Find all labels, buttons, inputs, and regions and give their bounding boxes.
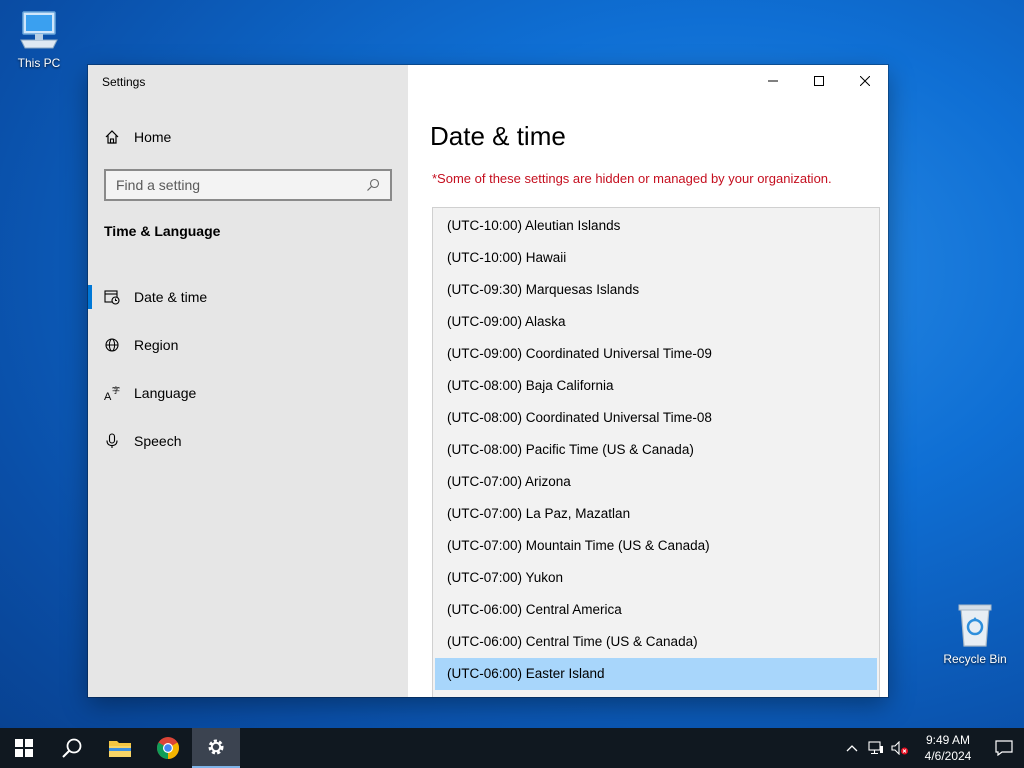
search-box[interactable] <box>104 169 392 201</box>
recycle-bin-label: Recycle Bin <box>943 652 1007 666</box>
sidebar-item-label: Speech <box>134 433 182 449</box>
globe-icon <box>104 337 120 353</box>
window-controls <box>750 65 888 97</box>
timezone-option[interactable]: (UTC-07:00) Yukon <box>435 562 877 594</box>
clock-time: 9:49 AM <box>925 733 971 747</box>
recycle-bin-desktop-icon[interactable]: Recycle Bin <box>940 602 1010 666</box>
gear-icon <box>208 739 224 755</box>
sidebar-item-label: Date & time <box>134 289 208 305</box>
minimize-button[interactable] <box>750 65 796 97</box>
timezone-option[interactable]: (UTC-08:00) Baja California <box>435 370 877 402</box>
timezone-option[interactable]: (UTC-07:00) Mountain Time (US & Canada) <box>435 530 877 562</box>
taskbar-clock[interactable]: 9:49 AM 4/6/2024 <box>916 732 980 764</box>
timezone-option[interactable]: (UTC-08:00) Pacific Time (US & Canada) <box>435 434 877 466</box>
recycle-bin-icon <box>958 604 992 647</box>
timezone-option[interactable]: (UTC-06:00) Central America <box>435 594 877 626</box>
computer-icon <box>20 11 58 49</box>
volume-muted-icon <box>891 741 908 755</box>
timezone-dropdown-list[interactable]: (UTC-10:00) Aleutian Islands (UTC-10:00)… <box>432 207 880 697</box>
maximize-button[interactable] <box>796 65 842 97</box>
sidebar-item-region[interactable]: Region <box>88 321 408 369</box>
settings-window: Settings Home Time & Language <box>88 65 888 697</box>
file-explorer-button[interactable] <box>96 728 144 768</box>
svg-text:字: 字 <box>112 385 120 395</box>
timezone-option[interactable]: (UTC-06:00) Central Time (US & Canada) <box>435 626 877 658</box>
sidebar-item-language[interactable]: A 字 Language <box>88 369 408 417</box>
show-hidden-icons-button[interactable] <box>840 728 864 768</box>
page-title: Date & time <box>430 121 566 151</box>
timezone-option[interactable]: (UTC-08:00) Coordinated Universal Time-0… <box>435 402 877 434</box>
svg-text:A: A <box>104 391 112 401</box>
main-content: Date & time *Some of these settings are … <box>408 65 888 697</box>
maximize-icon <box>814 76 824 86</box>
sidebar-item-label: Language <box>134 385 197 401</box>
timezone-option[interactable]: (UTC-10:00) Aleutian Islands <box>435 210 877 242</box>
settings-taskbar-button[interactable] <box>192 728 240 768</box>
close-button[interactable] <box>842 65 888 97</box>
clock-date: 4/6/2024 <box>924 749 972 763</box>
action-center-button[interactable] <box>984 728 1024 768</box>
managed-warning: *Some of these settings are hidden or ma… <box>432 171 832 186</box>
taskbar: 9:49 AM 4/6/2024 <box>0 728 1024 768</box>
timezone-option[interactable]: (UTC-09:30) Marquesas Islands <box>435 274 877 306</box>
timezone-option-selected[interactable]: (UTC-06:00) Easter Island <box>435 658 877 690</box>
timezone-option[interactable]: (UTC-07:00) Arizona <box>435 466 877 498</box>
notification-icon <box>995 740 1013 756</box>
section-title: Time & Language <box>104 223 221 239</box>
search-icon <box>367 178 380 191</box>
chrome-button[interactable] <box>144 728 192 768</box>
network-icon <box>868 741 883 755</box>
start-button[interactable] <box>0 728 48 768</box>
sidebar-item-label: Region <box>134 337 179 353</box>
sidebar-item-date-time[interactable]: Date & time <box>88 273 408 321</box>
volume-button[interactable] <box>888 728 912 768</box>
timezone-option[interactable]: (UTC-09:00) Coordinated Universal Time-0… <box>435 338 877 370</box>
close-icon <box>860 76 870 86</box>
home-icon <box>105 130 119 144</box>
chrome-icon <box>157 737 179 759</box>
minimize-icon <box>768 80 778 82</box>
sidebar: Settings Home Time & Language <box>88 65 408 697</box>
microphone-icon <box>104 433 120 449</box>
network-button[interactable] <box>864 728 888 768</box>
timezone-option[interactable]: (UTC-10:00) Hawaii <box>435 242 877 274</box>
timezone-option[interactable]: (UTC-07:00) La Paz, Mazatlan <box>435 498 877 530</box>
calendar-clock-icon <box>104 289 120 305</box>
system-tray: 9:49 AM 4/6/2024 <box>840 728 1024 768</box>
search-input[interactable] <box>116 177 366 193</box>
home-label: Home <box>134 129 172 145</box>
this-pc-desktop-icon[interactable]: This PC <box>4 8 74 70</box>
sidebar-item-speech[interactable]: Speech <box>88 417 408 465</box>
timezone-option[interactable]: (UTC-09:00) Alaska <box>435 306 877 338</box>
search-icon <box>62 738 82 758</box>
language-icon: A 字 <box>104 385 120 401</box>
sidebar-nav: Date & time Region A 字 Language Speech <box>88 273 408 465</box>
home-nav-item[interactable]: Home <box>104 129 171 145</box>
windows-logo-icon <box>15 739 33 757</box>
taskbar-search-button[interactable] <box>48 728 96 768</box>
this-pc-label: This PC <box>17 56 61 70</box>
chevron-up-icon <box>846 745 858 752</box>
app-title: Settings <box>102 75 146 89</box>
folder-icon <box>109 741 131 757</box>
